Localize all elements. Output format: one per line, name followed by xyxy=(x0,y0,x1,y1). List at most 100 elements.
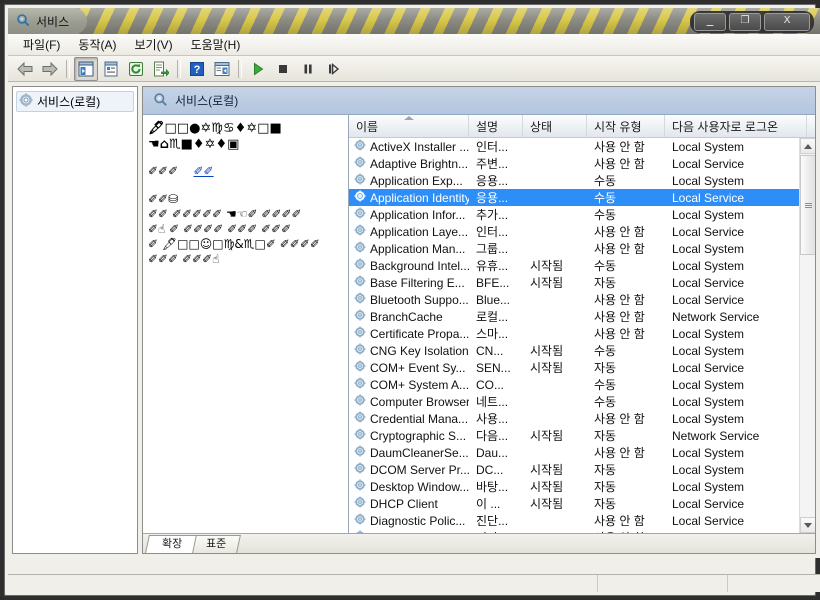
service-gear-icon xyxy=(354,360,366,375)
table-row[interactable]: Desktop Window... 바탕... 시작됨 자동 Local System xyxy=(349,478,799,495)
table-row[interactable]: Diagnostic Polic... 진단... 사용 안 함 Local Serv… xyxy=(349,512,799,529)
title-bar[interactable]: 서비스 _ ❐ X xyxy=(8,8,820,35)
view-tabs: 확장 표준 xyxy=(143,533,815,553)
services-list-scrollbar[interactable] xyxy=(799,138,815,533)
minimize-button[interactable]: _ xyxy=(694,13,726,31)
service-gear-icon xyxy=(354,479,366,494)
table-row[interactable]: Adaptive Brightn... 주변... 사용 안 함 Local Serv… xyxy=(349,155,799,172)
menu-bar: 파일(F) 동작(A) 보기(V) 도움말(H) xyxy=(8,34,820,56)
cell-status: 시작됨 xyxy=(530,480,564,494)
table-row[interactable]: Certificate Propa... 스마... 사용 안 함 Local Sys… xyxy=(349,325,799,342)
stop-service-icon[interactable] xyxy=(271,57,295,81)
table-row[interactable]: DCOM Server Pr... DC... 시작됨 자동 Local System xyxy=(349,461,799,478)
cell-name: Desktop Window... xyxy=(349,479,469,494)
cell-name: Diagnostic Polic... xyxy=(349,513,469,528)
column-logon-as[interactable]: 다음 사용자로 로그온 xyxy=(665,115,807,137)
cell-name: Background Intel... xyxy=(349,258,469,273)
cell-logon-as: Local Service xyxy=(672,513,745,528)
cell-logon-as: Local System xyxy=(672,479,745,494)
column-name[interactable]: 이름 xyxy=(349,115,469,137)
results-pane-header: 서비스(로컬) xyxy=(143,87,815,115)
menu-file[interactable]: 파일(F) xyxy=(14,34,69,55)
resume-service-icon[interactable] xyxy=(321,57,345,81)
table-row[interactable]: Application Exp... 응용... 수동 Local System xyxy=(349,172,799,189)
column-startup-type-label: 시작 유형 xyxy=(594,119,642,134)
cell-logon-as: Local Service xyxy=(672,224,745,239)
tree-node-services-local[interactable]: 서비스(로컬) xyxy=(16,91,134,112)
export-list-icon[interactable] xyxy=(149,57,173,81)
cell-logon-as: Network Service xyxy=(672,309,760,324)
back-icon[interactable] xyxy=(13,57,37,81)
table-row[interactable]: Application Laye... 인터... 사용 안 함 Local Serv… xyxy=(349,223,799,240)
properties-icon[interactable] xyxy=(99,57,123,81)
cell-logon-as: Local System xyxy=(672,139,745,154)
service-name-label: COM+ System A... xyxy=(370,377,469,392)
table-row[interactable]: DaumCleanerSe... Dau... 사용 안 함 Local System xyxy=(349,444,799,461)
table-row[interactable]: Application Man... 그룹... 사용 안 함 Local Syste… xyxy=(349,240,799,257)
detail-title-line-1: 🖋□□●✡♍♋♦✡□■ xyxy=(148,121,282,136)
pause-service-icon[interactable] xyxy=(296,57,320,81)
cell-name: CNG Key Isolation xyxy=(349,343,469,358)
service-name-label: Credential Mana... xyxy=(370,411,469,426)
table-row[interactable]: DHCP Client 이 ... 시작됨 자동 Local Service xyxy=(349,495,799,512)
cell-status: 시작됨 xyxy=(530,463,564,477)
cell-name: Certificate Propa... xyxy=(349,326,469,341)
detail-action-link[interactable]: ✐✐ xyxy=(193,164,213,179)
table-row[interactable]: COM+ Event Sy... SEN... 시작됨 자동 Local Service xyxy=(349,359,799,376)
tab-extended[interactable]: 확장 xyxy=(145,535,198,553)
table-row[interactable]: ActiveX Installer ... 인터... 사용 안 함 Local Sy… xyxy=(349,138,799,155)
table-row[interactable]: BranchCache 로컬... 사용 안 함 Network Service xyxy=(349,308,799,325)
services-magnifier-icon xyxy=(153,92,168,110)
cell-name: Base Filtering E... xyxy=(349,275,469,290)
cell-startup-type: 사용 안 함 xyxy=(594,446,645,460)
menu-view[interactable]: 보기(V) xyxy=(125,34,181,55)
maximize-button[interactable]: ❐ xyxy=(729,13,761,31)
scrollbar-thumb[interactable] xyxy=(800,155,815,255)
scroll-up-button[interactable] xyxy=(800,138,815,154)
scroll-down-button[interactable] xyxy=(800,517,815,533)
new-window-icon[interactable] xyxy=(210,57,234,81)
forward-icon[interactable] xyxy=(38,57,62,81)
service-name-label: Application Exp... xyxy=(370,173,463,188)
column-description[interactable]: 설명 xyxy=(469,115,523,137)
cell-description: 주변... xyxy=(476,157,509,171)
table-row[interactable]: Cryptographic S... 다음... 시작됨 자동 Network Serv… xyxy=(349,427,799,444)
service-gear-icon xyxy=(354,224,366,239)
refresh-icon[interactable] xyxy=(124,57,148,81)
table-row[interactable]: Computer Browser 네트... 수동 Local System xyxy=(349,393,799,410)
cell-startup-type: 자동 xyxy=(594,361,617,375)
services-gear-icon xyxy=(19,93,33,110)
table-row[interactable]: COM+ System A... CO... 수동 Local System xyxy=(349,376,799,393)
tab-standard[interactable]: 표준 xyxy=(189,535,242,553)
column-status[interactable]: 상태 xyxy=(523,115,587,137)
close-button[interactable]: X xyxy=(764,13,810,31)
status-pane-1 xyxy=(8,575,598,592)
column-startup-type[interactable]: 시작 유형 xyxy=(587,115,665,137)
cell-name: Application Laye... xyxy=(349,224,469,239)
cell-description: 응용... xyxy=(476,174,509,188)
start-service-icon[interactable] xyxy=(246,57,270,81)
menu-help-label: 도움말(H) xyxy=(190,38,241,52)
title-bar-label-group: 서비스 xyxy=(8,8,88,34)
menu-action[interactable]: 동작(A) xyxy=(69,34,125,55)
cell-logon-as: Local System xyxy=(672,462,745,477)
detail-title-line-2: ☚⌂♏■♦✡♦▣ xyxy=(148,137,240,152)
table-row[interactable]: Background Intel... 유휴... 시작됨 수동 Local Syste… xyxy=(349,257,799,274)
menu-help[interactable]: 도움말(H) xyxy=(182,34,250,55)
help-icon[interactable]: ? xyxy=(185,57,209,81)
service-gear-icon xyxy=(354,428,366,443)
column-status-label: 상태 xyxy=(530,119,553,134)
table-row[interactable]: Application Infor... 추가... 수동 Local System xyxy=(349,206,799,223)
cell-status: 시작됨 xyxy=(530,344,564,358)
service-gear-icon xyxy=(354,309,366,324)
table-row[interactable]: Bluetooth Suppo... Blue... 사용 안 함 Local Ser… xyxy=(349,291,799,308)
table-row[interactable]: CNG Key Isolation CN... 시작됨 수동 Local System xyxy=(349,342,799,359)
table-row[interactable]: Application Identity 응용... 수동 Local Service xyxy=(349,189,799,206)
cell-logon-as: Local System xyxy=(672,445,745,460)
table-row[interactable]: Credential Mana... 사용... 사용 안 함 Local Syste… xyxy=(349,410,799,427)
status-bar xyxy=(8,574,820,592)
services-list-rows[interactable]: ActiveX Installer ... 인터... 사용 안 함 Local Sy… xyxy=(349,138,799,533)
show-hide-tree-icon[interactable] xyxy=(74,56,98,81)
table-row[interactable]: Base Filtering E... BFE... 시작됨 자동 Local Serv… xyxy=(349,274,799,291)
maximize-icon: ❐ xyxy=(740,15,750,26)
